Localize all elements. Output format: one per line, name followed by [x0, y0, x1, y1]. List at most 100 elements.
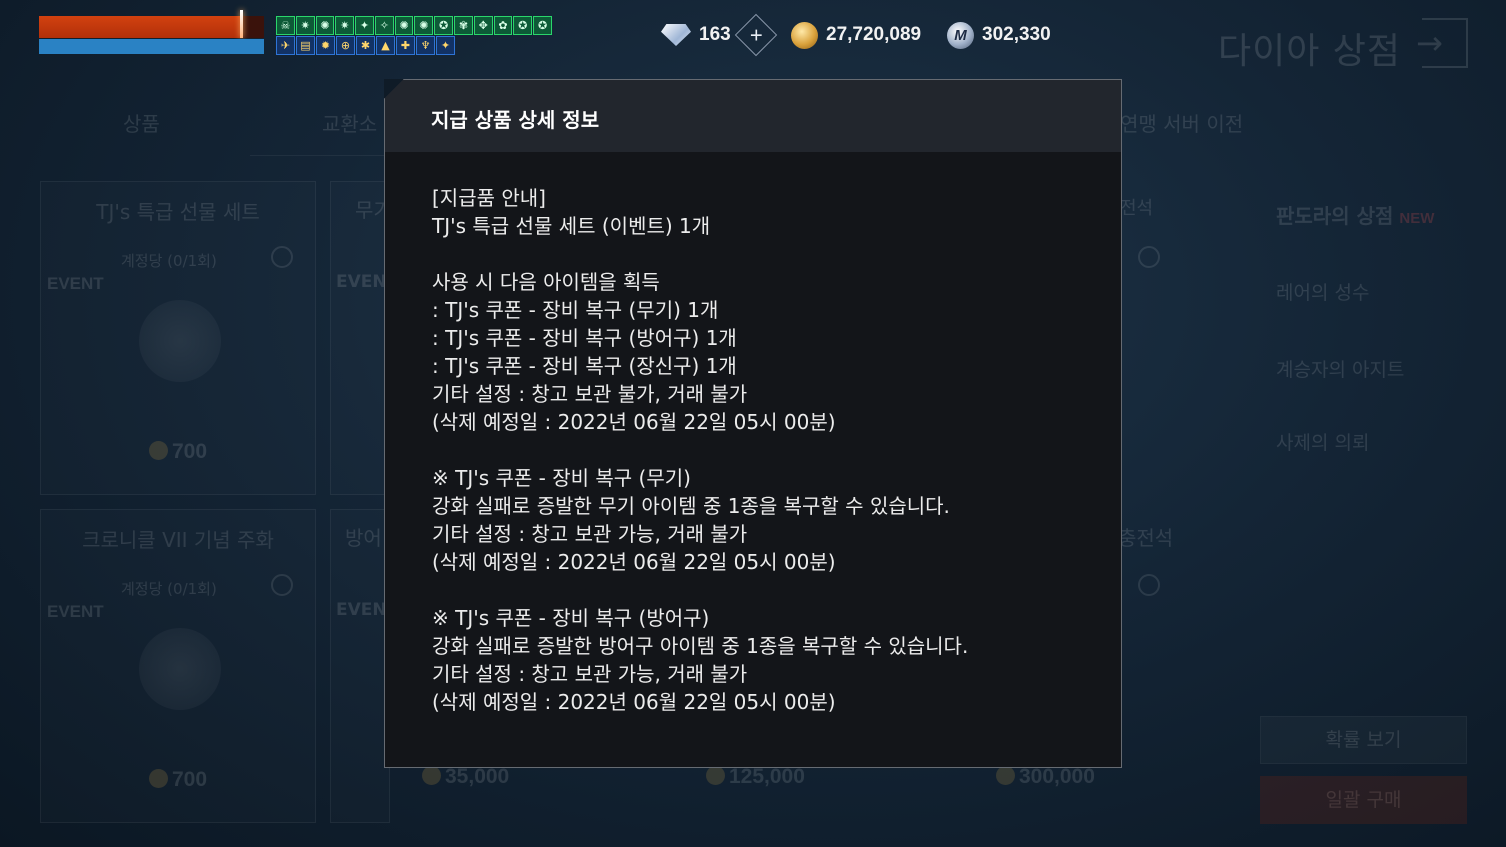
side-menu-title[interactable]: 판도라의 상점 NEW — [1276, 200, 1434, 229]
buff-icon[interactable]: ♆ — [416, 36, 435, 55]
gold-currency: 27,720,089 — [791, 20, 921, 50]
modal-header: 지급 상품 상세 정보 — [385, 80, 1121, 152]
detail-line: 강화 실패로 증발한 방어구 아이템 중 1종을 복구할 수 있습니다. — [432, 634, 969, 658]
card-name-partial: 방어 — [345, 526, 382, 550]
buff-icon[interactable]: ✹ — [316, 36, 335, 55]
view-probability-button[interactable]: 확률 보기 — [1260, 716, 1467, 764]
buff-icon[interactable]: ✪ — [533, 16, 552, 35]
event-badge: EVENT — [47, 602, 104, 621]
buff-icon[interactable]: ✧ — [374, 16, 394, 35]
detail-line: : TJ's 쿠폰 - 장비 복구 (장신구) 1개 — [432, 354, 737, 378]
card-price: 35,000 — [422, 765, 509, 789]
card-price-value: 35,000 — [445, 765, 510, 788]
buff-row-bottom: ✈ ▤ ✹ ⊕ ✱ ▲ ✚ ♆ ✦ — [276, 36, 552, 55]
diamond-icon — [661, 24, 691, 46]
buff-icon[interactable]: ⊕ — [336, 36, 355, 55]
line-spacer — [432, 240, 1121, 268]
buff-icon[interactable]: ✺ — [394, 16, 414, 35]
detail-line: TJ's 특급 선물 세트 (이벤트) 1개 — [432, 214, 711, 238]
magnifier-icon[interactable] — [271, 246, 293, 268]
card-price-value: 700 — [172, 440, 208, 463]
card-price-value: 125,000 — [729, 765, 805, 788]
detail-line: 기타 설정 : 창고 보관 가능, 거래 불가 — [432, 662, 748, 686]
side-menu-item[interactable]: 사제의 의뢰 — [1276, 428, 1369, 455]
coin-icon — [422, 766, 441, 785]
tab-products[interactable]: 상품 — [123, 108, 160, 137]
item-detail-modal[interactable]: 지급 상품 상세 정보 [지급품 안내] TJ's 특급 선물 세트 (이벤트) … — [384, 79, 1122, 768]
diamond-count: 163 — [699, 24, 731, 45]
detail-line: 강화 실패로 증발한 무기 아이템 중 1종을 복구할 수 있습니다. — [432, 494, 950, 518]
detail-line: (삭제 예정일 : 2022년 06월 22일 05시 00분) — [432, 550, 836, 574]
shop-title: 다이아 상점 — [1218, 31, 1402, 72]
gold-coin-icon — [791, 21, 818, 49]
buff-icon[interactable]: ✷ — [295, 16, 315, 35]
card-purchase-limit: 계정당 (0/1회) — [121, 252, 217, 270]
buff-icon[interactable]: ☠ — [276, 16, 295, 35]
buff-icon[interactable]: ✷ — [335, 16, 355, 35]
card-price: 700 — [149, 440, 207, 464]
buff-icon[interactable]: ✿ — [493, 16, 513, 35]
buff-icon[interactable]: ✦ — [355, 16, 374, 35]
buff-icon[interactable]: ✪ — [513, 16, 533, 35]
mp-bar-fill — [39, 39, 264, 54]
commemorative-coin-image — [139, 628, 221, 710]
side-menu-item[interactable]: 레어의 성수 — [1276, 278, 1369, 305]
mileage-currency: M 302,330 — [947, 20, 1051, 50]
detail-line: 사용 시 다음 아이템을 획득 — [432, 270, 660, 294]
coin-icon — [149, 441, 168, 460]
buff-icon[interactable]: ✺ — [414, 16, 434, 35]
buff-icon[interactable]: ✪ — [434, 16, 454, 35]
magnifier-icon[interactable] — [271, 574, 293, 596]
hp-bar-fill — [39, 16, 242, 38]
hp-bar-tip — [239, 10, 243, 38]
shop-card-gift-set[interactable]: TJ's 특급 선물 세트 계정당 (0/1회) EVENT 700 — [40, 181, 316, 495]
buff-icon[interactable]: ✚ — [396, 36, 415, 55]
card-name: 크로니클 VII 기념 주화 — [82, 528, 274, 552]
detail-line: 기타 설정 : 창고 보관 가능, 거래 불가 — [432, 522, 748, 546]
detail-line: (삭제 예정일 : 2022년 06월 22일 05시 00분) — [432, 410, 836, 434]
gold-amount: 27,720,089 — [826, 24, 922, 45]
card-price: 125,000 — [706, 765, 805, 789]
bulk-buy-button[interactable]: 일괄 구매 — [1260, 776, 1467, 824]
detail-line: ※ TJ's 쿠폰 - 장비 복구 (무기) — [432, 466, 691, 490]
buff-row-top: ☠ ✷ ✺ ✷ ✦ ✧ ✺ ✺ ✪ ✾ ✥ ✿ ✪ ✪ — [276, 16, 552, 35]
shop-card-armor-partial[interactable] — [330, 509, 390, 823]
hp-mp-bars — [39, 10, 264, 54]
buff-icon[interactable]: ✦ — [436, 36, 455, 55]
modal-title: 지급 상품 상세 정보 — [431, 108, 600, 132]
buff-icon[interactable]: ▲ — [376, 36, 395, 55]
tab-server-transfer[interactable]: 연맹 서버 이전 — [1120, 108, 1243, 137]
line-spacer — [432, 436, 1121, 464]
magnifier-icon[interactable] — [1138, 246, 1160, 268]
card-price: 700 — [149, 768, 207, 792]
card-price-value: 700 — [172, 768, 208, 791]
shop-card-chronicle-coin[interactable]: 크로니클 VII 기념 주화 계정당 (0/1회) EVENT 700 — [40, 509, 316, 823]
modal-body[interactable]: [지급품 안내] TJ's 특급 선물 세트 (이벤트) 1개 사용 시 다음 아이… — [385, 152, 1121, 716]
buff-icon[interactable]: ✾ — [454, 16, 473, 35]
shop-card-weapon-partial[interactable] — [330, 181, 390, 495]
modal-corner-notch — [384, 79, 404, 99]
coin-icon — [706, 766, 725, 785]
buff-icon[interactable]: ✥ — [473, 16, 493, 35]
buff-icon[interactable]: ✈ — [276, 36, 295, 55]
mileage-coin-icon: M — [947, 21, 974, 49]
detail-line: : TJ's 쿠폰 - 장비 복구 (무기) 1개 — [432, 298, 719, 322]
card-purchase-limit: 계정당 (0/1회) — [121, 580, 217, 598]
buff-icon[interactable]: ✺ — [315, 16, 335, 35]
buff-icon[interactable]: ▤ — [296, 36, 315, 55]
detail-line: 기타 설정 : 창고 보관 불가, 거래 불가 — [432, 382, 748, 406]
detail-line: : TJ's 쿠폰 - 장비 복구 (방어구) 1개 — [432, 326, 737, 350]
buff-icon[interactable]: ✱ — [356, 36, 375, 55]
exit-button[interactable]: → — [1416, 18, 1468, 68]
card-name: TJ's 특급 선물 세트 — [96, 200, 260, 224]
hp-bar — [39, 10, 264, 38]
tab-exchange[interactable]: 교환소 — [322, 108, 377, 137]
add-diamond-button[interactable]: + — [734, 13, 777, 57]
plus-icon: + — [749, 21, 763, 47]
side-menu-title-text: 판도라의 상점 — [1276, 204, 1394, 228]
magnifier-icon[interactable] — [1138, 574, 1160, 596]
detail-line: (삭제 예정일 : 2022년 06월 22일 05시 00분) — [432, 690, 836, 714]
buff-icons[interactable]: ☠ ✷ ✺ ✷ ✦ ✧ ✺ ✺ ✪ ✾ ✥ ✿ ✪ ✪ ✈ ▤ ✹ ⊕ ✱ ▲ ✚ ♆ ✦ — [276, 16, 552, 56]
side-menu-item[interactable]: 계승자의 아지트 — [1276, 355, 1404, 382]
coin-icon — [149, 769, 168, 788]
